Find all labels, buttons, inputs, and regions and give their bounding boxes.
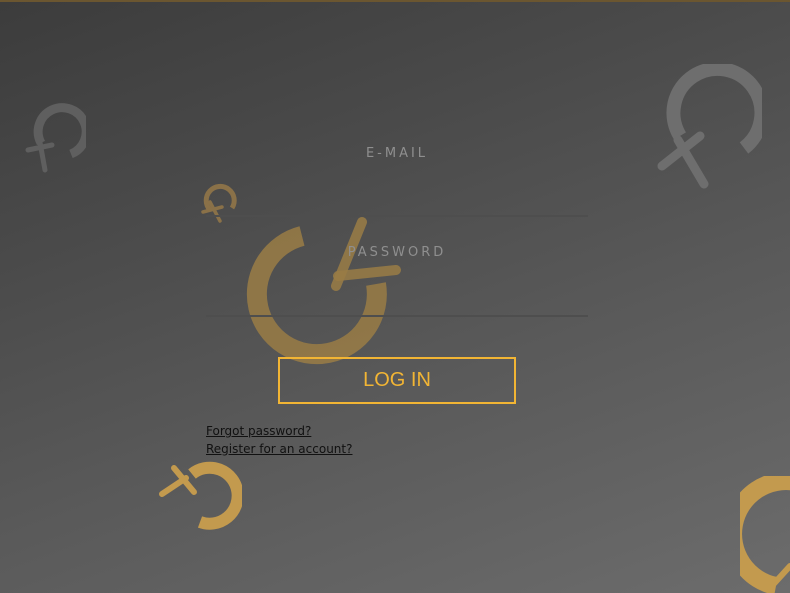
sword-ring-logo-icon bbox=[740, 476, 790, 593]
forgot-password-link[interactable]: Forgot password? bbox=[206, 424, 311, 438]
password-underline bbox=[206, 315, 588, 317]
email-input[interactable] bbox=[206, 186, 588, 212]
login-button[interactable]: LOG IN bbox=[278, 357, 516, 404]
password-input[interactable] bbox=[206, 286, 588, 312]
email-underline bbox=[206, 215, 588, 217]
email-label: E-MAIL bbox=[365, 146, 429, 161]
register-link[interactable]: Register for an account? bbox=[206, 442, 352, 456]
password-label: PASSWORD bbox=[347, 245, 447, 260]
sword-ring-logo-icon bbox=[159, 461, 242, 530]
sword-ring-logo-icon bbox=[657, 64, 762, 189]
top-border bbox=[0, 0, 790, 2]
sword-ring-logo-icon bbox=[25, 103, 86, 173]
